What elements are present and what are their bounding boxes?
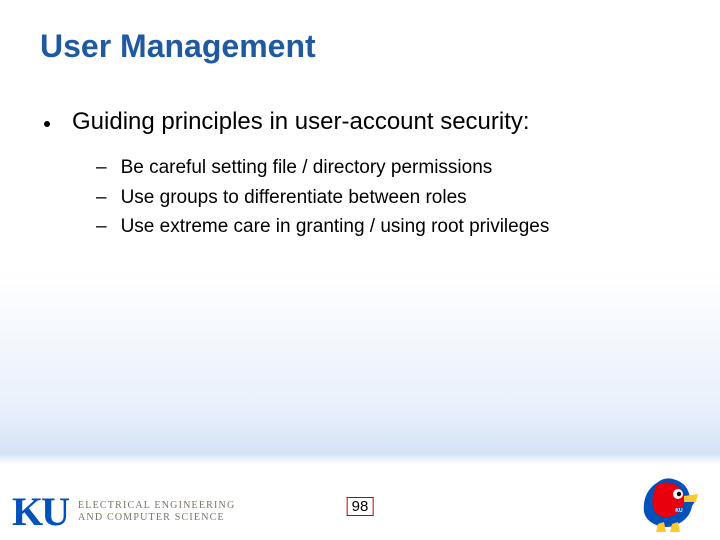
bullet-level1-text: Guiding principles in user-account secur… — [72, 108, 530, 136]
bullet-dot-icon — [44, 121, 50, 127]
bullet-level2-text: Use extreme care in granting / using roo… — [121, 214, 550, 240]
bullet-level2: – Be careful setting file / directory pe… — [96, 155, 680, 181]
department-line1: ELECTRICAL ENGINEERING — [78, 500, 235, 513]
ku-wordmark: KU — [12, 494, 68, 530]
svg-text:KU: KU — [675, 508, 683, 514]
slide-title: User Management — [40, 28, 316, 65]
department-name: ELECTRICAL ENGINEERING AND COMPUTER SCIE… — [78, 500, 235, 525]
bullet-dash-icon: – — [96, 214, 107, 240]
sub-bullet-list: – Be careful setting file / directory pe… — [96, 155, 680, 244]
jayhawk-mascot-icon: KU — [636, 472, 702, 532]
bullet-level2-text: Be careful setting file / directory perm… — [121, 155, 493, 181]
bullet-dash-icon: – — [96, 155, 107, 181]
department-line2: AND COMPUTER SCIENCE — [78, 512, 235, 525]
bullet-level2: – Use groups to differentiate between ro… — [96, 185, 680, 211]
slide: User Management Guiding principles in us… — [0, 0, 720, 540]
footer-left-logo: KU ELECTRICAL ENGINEERING AND COMPUTER S… — [12, 494, 235, 530]
bullet-level2: – Use extreme care in granting / using r… — [96, 214, 680, 240]
bullet-dash-icon: – — [96, 185, 107, 211]
page-number: 98 — [347, 497, 374, 516]
bullet-level2-text: Use groups to differentiate between role… — [121, 185, 467, 211]
bullet-level1: Guiding principles in user-account secur… — [44, 108, 680, 136]
